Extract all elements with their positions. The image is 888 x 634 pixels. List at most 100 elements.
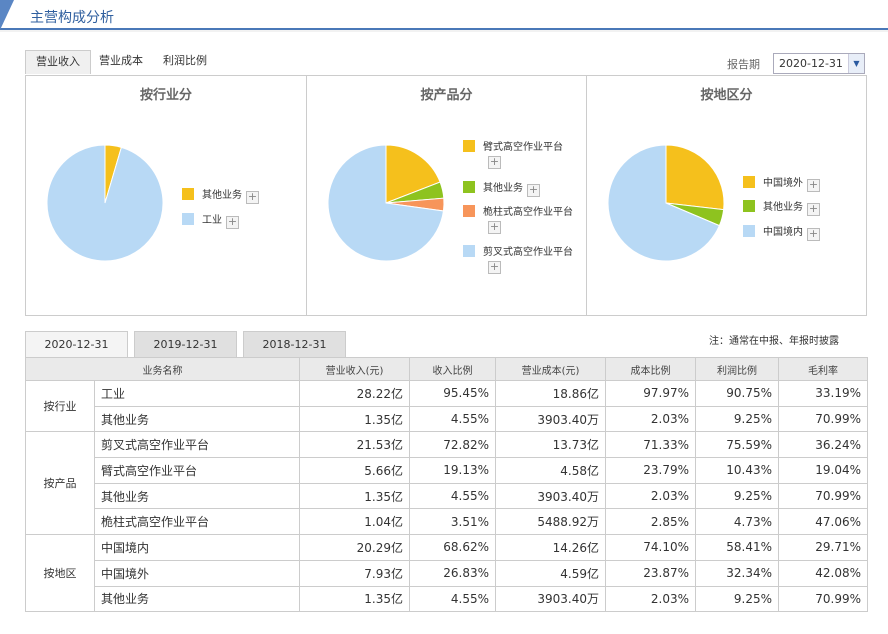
value-cell: 23.87%	[605, 559, 696, 587]
table-row: 按产品 剪叉式高空作业平台 21.53亿 72.82% 13.73亿 71.33% 75.5…	[25, 431, 868, 536]
value-cell: 2.03%	[605, 482, 696, 510]
value-cell: 23.79%	[605, 457, 696, 484]
period-select[interactable]: 2020-12-31 ▼	[773, 53, 865, 74]
expand-plus-icon[interactable]: +	[488, 261, 501, 274]
tab-profit-ratio[interactable]: 利润比例	[153, 50, 217, 74]
value-cell: 10.43%	[695, 457, 779, 484]
expand-plus-icon[interactable]: +	[488, 221, 501, 234]
value-cell: 1.35亿	[299, 585, 410, 613]
period-label: 报告期	[727, 58, 760, 71]
chevron-down-icon[interactable]: ▼	[848, 54, 864, 73]
expand-plus-icon[interactable]: +	[527, 184, 540, 197]
group-label: 按地区	[25, 534, 95, 613]
value-cell: 4.59亿	[495, 559, 606, 587]
tab-year-2018[interactable]: 2018-12-31	[243, 331, 346, 357]
legend-label: 其他业务	[763, 202, 803, 213]
value-cell: 42.08%	[778, 559, 868, 587]
expand-plus-icon[interactable]: +	[488, 156, 501, 169]
pie-slice-1[interactable]	[665, 144, 725, 211]
disclosure-note: 注：通常在中报、年报时披露	[709, 336, 839, 347]
main-panel: 营业收入 营业成本 利润比例 报告期 2020-12-31 ▼ 按行业分 其他业…	[0, 32, 888, 634]
header-revenue: 营业收入(元)	[299, 357, 410, 381]
value-cell: 4.55%	[409, 405, 496, 433]
value-cell: 19.13%	[409, 457, 496, 484]
value-cell: 36.24%	[778, 431, 868, 459]
value-cell: 5488.92万	[495, 508, 606, 536]
value-cell: 72.82%	[409, 431, 496, 459]
table-row: 其他业务 1.35亿 4.55% 3903.40万 2.03% 9.25% 70.99%	[26, 585, 868, 613]
legend-swatch	[463, 245, 475, 257]
legend-swatch	[463, 140, 475, 152]
table-row: 按行业 工业 28.22亿 95.45% 18.86亿 97.97% 90.75% 33.19…	[25, 379, 868, 433]
table-row: 其他业务 1.35亿 4.55% 3903.40万 2.03% 9.25% 70.99%	[26, 482, 868, 510]
value-cell: 14.26亿	[495, 534, 606, 561]
value-cell: 3903.40万	[495, 585, 606, 613]
legend-item: 桅柱式高空作业平台	[463, 203, 573, 218]
pie-slice-2[interactable]	[46, 144, 164, 262]
group-label: 按行业	[25, 379, 95, 433]
chart-by-region: 按地区分 中国境外 + 其他业务 + 中国境内 +	[586, 76, 866, 315]
value-cell: 3.51%	[409, 508, 496, 536]
expand-plus-icon[interactable]: +	[807, 228, 820, 241]
value-cell: 5.66亿	[299, 457, 410, 484]
legend-item: 剪叉式高空作业平台	[463, 243, 573, 258]
expand-plus-icon[interactable]: +	[246, 191, 259, 204]
value-cell: 33.19%	[778, 380, 868, 407]
value-cell: 47.06%	[778, 508, 868, 536]
value-cell: 58.41%	[695, 534, 779, 561]
value-cell: 4.58亿	[495, 457, 606, 484]
business-name-cell: 中国境外	[94, 559, 300, 587]
table-row: 中国境外 7.93亿 26.83% 4.59亿 23.87% 32.34% 42.08%	[26, 559, 868, 587]
value-cell: 75.59%	[695, 431, 779, 459]
expand-plus-icon[interactable]: +	[226, 216, 239, 229]
legend-item: 工业 +	[182, 211, 239, 229]
legend-item: 中国境内 +	[743, 223, 820, 241]
value-cell: 26.83%	[409, 559, 496, 587]
value-cell: 32.34%	[695, 559, 779, 587]
tab-revenue[interactable]: 营业收入	[25, 50, 91, 74]
value-cell: 1.04亿	[299, 508, 410, 536]
table-row: 臂式高空作业平台 5.66亿 19.13% 4.58亿 23.79% 10.43% 19.0…	[26, 457, 868, 484]
expand-plus-icon[interactable]: +	[807, 179, 820, 192]
value-cell: 2.85%	[605, 508, 696, 536]
business-name-cell: 工业	[94, 380, 300, 407]
table-row: 其他业务 1.35亿 4.55% 3903.40万 2.03% 9.25% 70.99%	[26, 405, 868, 433]
business-name-cell: 臂式高空作业平台	[94, 457, 300, 484]
header-business-name: 业务名称	[25, 357, 300, 381]
table-header-row: 业务名称 营业收入(元) 收入比例 营业成本(元) 成本比例 利润比例 毛利率	[25, 357, 868, 381]
legend-label: 桅柱式高空作业平台	[483, 207, 573, 218]
value-cell: 21.53亿	[299, 431, 410, 459]
value-cell: 13.73亿	[495, 431, 606, 459]
business-name-cell: 桅柱式高空作业平台	[94, 508, 300, 536]
header-gross-margin: 毛利率	[778, 357, 868, 381]
value-cell: 4.55%	[409, 482, 496, 510]
header-cost: 营业成本(元)	[495, 357, 606, 381]
tab-year-2020[interactable]: 2020-12-31	[25, 331, 128, 358]
value-cell: 9.25%	[695, 585, 779, 613]
value-cell: 97.97%	[605, 380, 696, 407]
value-cell: 19.04%	[778, 457, 868, 484]
value-cell: 4.73%	[695, 508, 779, 536]
value-cell: 28.22亿	[299, 380, 410, 407]
period-select-value: 2020-12-31	[779, 57, 843, 70]
tab-year-2019[interactable]: 2019-12-31	[134, 331, 237, 357]
business-name-cell: 其他业务	[94, 585, 300, 613]
header-revenue-ratio: 收入比例	[409, 357, 496, 381]
expand-plus-icon[interactable]: +	[807, 203, 820, 216]
chart-by-industry: 按行业分 其他业务 + 工业 +	[26, 76, 306, 315]
value-cell: 3903.40万	[495, 482, 606, 510]
legend-label: 中国境外	[763, 178, 803, 189]
value-cell: 2.03%	[605, 585, 696, 613]
tab-cost[interactable]: 营业成本	[89, 50, 153, 74]
charts-box: 按行业分 其他业务 + 工业 + 按产品分 臂式高空作业平台 + 其他业务 + 桅柱式…	[25, 75, 867, 316]
value-cell: 18.86亿	[495, 380, 606, 407]
legend-label: 剪叉式高空作业平台	[483, 247, 573, 258]
value-cell: 90.75%	[695, 380, 779, 407]
legend-swatch	[743, 176, 755, 188]
value-cell: 4.55%	[409, 585, 496, 613]
value-cell: 9.25%	[695, 482, 779, 510]
table-row: 桅柱式高空作业平台 1.04亿 3.51% 5488.92万 2.85% 4.73% 47.…	[26, 508, 868, 536]
legend-swatch	[463, 205, 475, 217]
business-name-cell: 其他业务	[94, 482, 300, 510]
legend-item: 其他业务 +	[463, 179, 540, 197]
